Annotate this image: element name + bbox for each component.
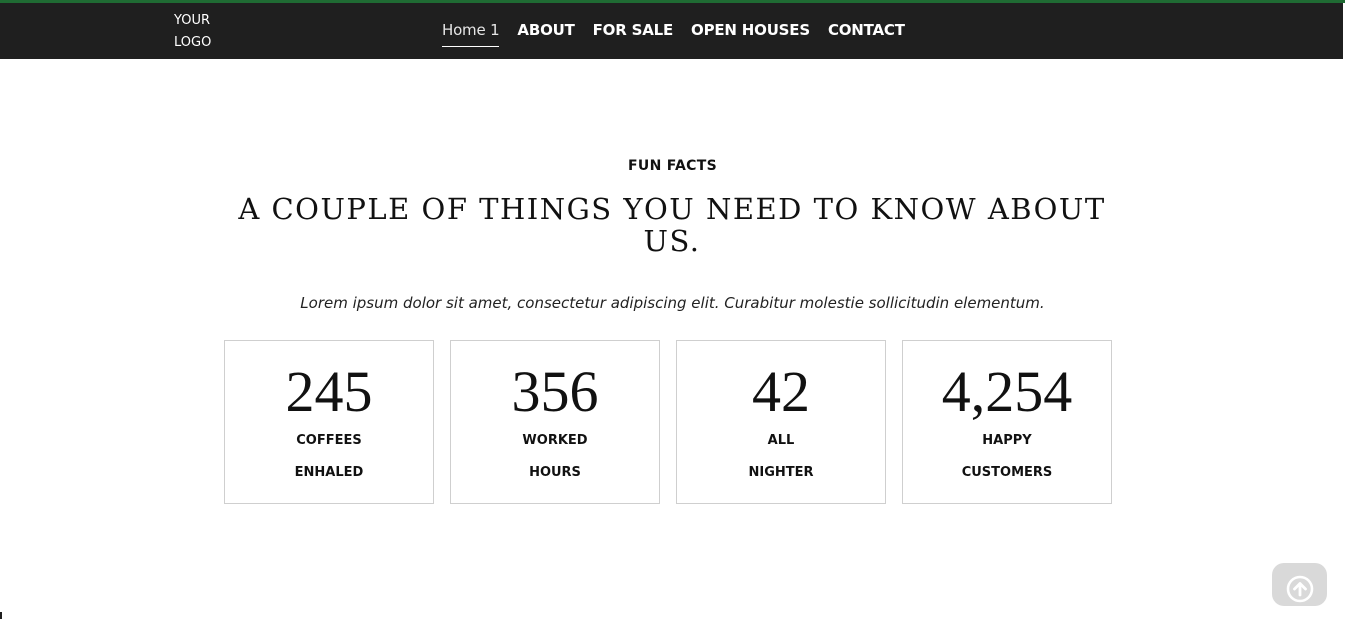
fact-card-nighter: 42 ALL NIGHTER [676, 340, 886, 504]
fact-label: ALL NIGHTER [677, 425, 885, 489]
fact-label-line-1: HAPPY [982, 433, 1032, 448]
nav-about[interactable]: ABOUT [517, 21, 574, 46]
fact-label-line-1: COFFEES [296, 433, 362, 448]
nav-open-houses[interactable]: OPEN HOUSES [691, 21, 810, 46]
scroll-to-top-button[interactable] [1272, 563, 1327, 606]
nav-for-sale[interactable]: FOR SALE [593, 21, 674, 46]
nav-home-1[interactable]: Home 1 [442, 21, 500, 47]
section-lead-text: Lorem ipsum dolor sit amet, consectetur … [300, 294, 1045, 312]
fact-label: WORKED HOURS [451, 425, 659, 489]
fact-value: 4,254 [941, 359, 1073, 424]
fact-label: COFFEES ENHALED [225, 425, 433, 489]
fact-label-line-2: ENHALED [294, 465, 364, 480]
nav-contact[interactable]: CONTACT [828, 21, 905, 46]
site-header: YOUR LOGO Home 1 ABOUT FOR SALE OPEN HOU… [0, 3, 1343, 59]
site-logo[interactable]: YOUR LOGO [174, 10, 211, 54]
fact-label-line-2: CUSTOMERS [961, 465, 1053, 480]
fact-label-line-2: NIGHTER [748, 465, 814, 480]
edge-marker [0, 612, 2, 619]
fact-card-coffees: 245 COFFEES ENHALED [224, 340, 434, 504]
logo-line-1: YOUR [174, 13, 211, 28]
section-kicker: FUN FACTS [628, 158, 717, 174]
logo-line-2: LOGO [174, 35, 212, 50]
arrow-up-circle-icon [1286, 575, 1313, 602]
fact-label-line-2: HOURS [529, 465, 581, 480]
fun-facts-section: FUN FACTS A COUPLE OF THINGS YOU NEED TO… [0, 59, 1345, 619]
fact-value: 42 [752, 359, 810, 424]
fact-label: HAPPY CUSTOMERS [903, 425, 1111, 489]
fact-value: 356 [511, 359, 599, 424]
fact-label-line-1: ALL [767, 433, 795, 448]
fact-card-hours: 356 WORKED HOURS [450, 340, 660, 504]
fact-list: 245 COFFEES ENHALED 356 WORKED HOURS 42 … [224, 340, 1112, 504]
fact-value: 245 [285, 359, 373, 424]
fact-label-line-1: WORKED [522, 433, 588, 448]
section-headline: A COUPLE OF THINGS YOU NEED TO KNOW ABOU… [238, 192, 1106, 258]
fact-card-customers: 4,254 HAPPY CUSTOMERS [902, 340, 1112, 504]
